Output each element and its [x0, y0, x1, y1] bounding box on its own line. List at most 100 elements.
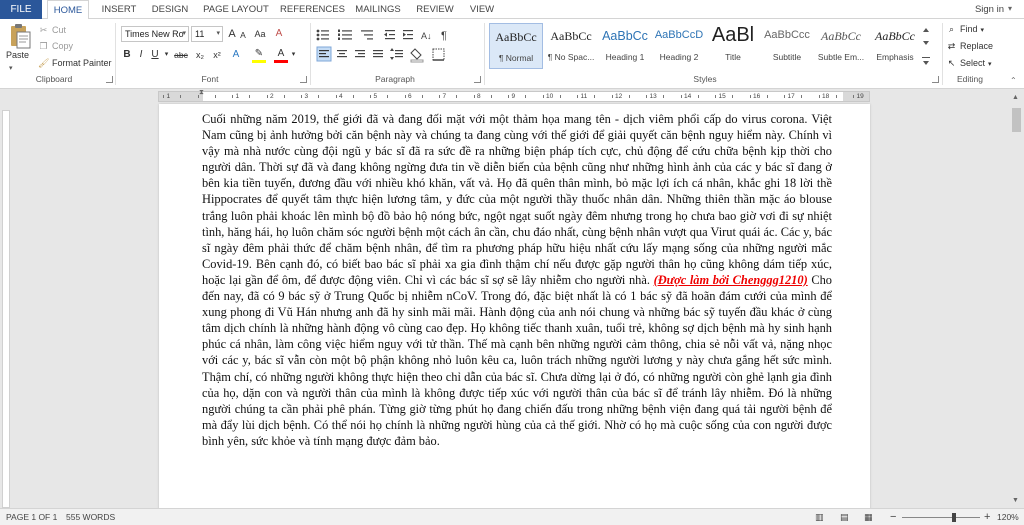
text-effects-icon: A [232, 49, 240, 60]
superscript-button[interactable]: x² [210, 47, 224, 63]
format-painter-button[interactable]: 🖌 Format Painter [38, 57, 112, 69]
ruler-tick [784, 95, 785, 98]
ruler-tick [577, 95, 578, 98]
change-case-button[interactable]: Aa [252, 26, 268, 42]
group-divider [115, 23, 116, 85]
scroll-down-icon[interactable]: ▼ [1012, 497, 1019, 504]
copy-button[interactable]: ❐ Copy [38, 40, 73, 52]
group-divider [310, 23, 311, 85]
font-color-button[interactable]: A [274, 47, 288, 63]
tab-page-layout[interactable]: PAGE LAYOUT [200, 0, 272, 19]
style-normal[interactable]: AaBbCc ¶ Normal [489, 23, 543, 69]
align-right-icon [355, 50, 365, 58]
ruler-tick [749, 95, 751, 98]
styles-launcher-icon[interactable] [932, 76, 939, 83]
zoom-slider[interactable] [902, 517, 980, 518]
ruler-tick [801, 95, 803, 98]
style-no-spacing[interactable]: AaBbCc ¶ No Spac... [544, 23, 598, 69]
ruler-tick [680, 95, 682, 98]
zoom-out-button[interactable]: − [890, 509, 896, 525]
find-button[interactable]: ⌕ Find ▾ [946, 23, 984, 35]
highlighter-icon: ✎ [254, 48, 264, 59]
scroll-up-icon[interactable]: ▲ [1012, 94, 1019, 101]
font-launcher-icon[interactable] [300, 76, 307, 83]
strikethrough-button[interactable]: abc [172, 47, 190, 63]
bold-button[interactable]: B [121, 47, 133, 63]
author-credit: (Được làm bởi Chenggg1210) [653, 272, 808, 287]
zoom-in-button[interactable]: + [984, 509, 990, 525]
subscript-button[interactable]: x₂ [193, 47, 207, 63]
style-title[interactable]: AaBl Title [706, 23, 760, 69]
style-heading-1[interactable]: AaBbCc Heading 1 [598, 23, 652, 69]
paste-button-label[interactable]: Paste [6, 50, 29, 60]
tab-view[interactable]: VIEW [464, 0, 500, 19]
indent-marker-icon[interactable]: ⧗ [199, 89, 204, 97]
line-spacing-icon [390, 48, 403, 60]
vertical-scrollbar[interactable]: ▲ ▼ [1009, 90, 1024, 508]
page-count[interactable]: PAGE 1 OF 1 [6, 509, 57, 525]
print-layout-icon[interactable]: ▤ [840, 509, 849, 525]
tab-design[interactable]: DESIGN [148, 0, 192, 19]
styles-gallery-scroll[interactable] [921, 25, 931, 69]
scroll-thumb[interactable] [1012, 108, 1021, 132]
vertical-ruler [2, 110, 10, 508]
shrink-font-button[interactable]: A [238, 27, 248, 43]
select-label: Select [960, 58, 986, 68]
ruler-tick [473, 95, 475, 98]
style-emphasis[interactable]: AaBbCc Emphasis [868, 23, 922, 69]
italic-button[interactable]: I [135, 47, 147, 63]
font-name-dropdown[interactable]: Times New Ro ▾ [121, 26, 189, 42]
web-layout-icon[interactable]: ▦ [864, 509, 873, 525]
grow-font-button[interactable]: A [226, 26, 238, 42]
font-size-dropdown[interactable]: 11 ▾ [191, 26, 223, 42]
paste-dropdown-icon[interactable]: ▾ [9, 63, 13, 75]
underline-dropdown-icon[interactable]: ▾ [163, 47, 170, 63]
font-color-dropdown-icon[interactable]: ▾ [290, 47, 297, 63]
cut-button[interactable]: ✂ Cut [38, 24, 66, 36]
highlight-button[interactable]: ✎ [252, 47, 266, 63]
zoom-slider-thumb[interactable] [952, 513, 956, 522]
chevron-up-icon [923, 28, 929, 32]
read-mode-icon[interactable]: ▥ [815, 509, 824, 525]
document-body[interactable]: Cuối những năm 2019, thế giới đã và đang… [202, 111, 832, 449]
ruler-number: 2 [270, 93, 274, 100]
ruler-tick [318, 95, 320, 98]
underline-button[interactable]: U [149, 47, 161, 63]
style-heading-2[interactable]: AaBbCcD Heading 2 [652, 23, 706, 69]
numbering-icon [338, 29, 352, 40]
sign-in-link[interactable]: Sign in [975, 0, 1004, 19]
replace-button[interactable]: ⇄ Replace [946, 40, 993, 52]
collapse-ribbon-icon[interactable]: ⌃ [1010, 76, 1017, 85]
tab-review[interactable]: REVIEW [412, 0, 458, 19]
tab-file[interactable]: FILE [0, 0, 42, 19]
zoom-level[interactable]: 120% [997, 509, 1019, 525]
tab-home[interactable]: HOME [47, 0, 89, 20]
ruler-tick [249, 95, 251, 98]
text-effects-button[interactable]: A [229, 47, 243, 63]
ruler-tick [180, 95, 182, 98]
paragraph-controls: A↓ ¶ [316, 29, 447, 63]
style-subtle-emphasis[interactable]: AaBbCc Subtle Em... [814, 23, 868, 69]
paragraph-launcher-icon[interactable] [474, 76, 481, 83]
ruler-number: 10 [546, 93, 554, 100]
ruler-tick [352, 95, 354, 98]
account-arrow-icon[interactable]: ▾ [1008, 4, 1018, 14]
clipboard-launcher-icon[interactable] [106, 76, 113, 83]
select-button[interactable]: ↖ Select ▾ [946, 57, 992, 69]
status-bar: PAGE 1 OF 1 555 WORDS ▥ ▤ ▦ − + 120% [0, 508, 1024, 525]
horizontal-ruler[interactable]: 1 1 2 3 4 5 6 7 8 9 10 11 12 13 14 15 16 17 18 19 [158, 91, 870, 102]
style-name: Emphasis [876, 52, 914, 62]
clear-formatting-button[interactable]: A [272, 26, 286, 42]
style-subtitle[interactable]: AaBbCcc Subtitle [760, 23, 814, 69]
ruler-number: 8 [477, 93, 481, 100]
paste-icon[interactable] [9, 23, 31, 49]
tab-references[interactable]: REFERENCES [280, 0, 345, 19]
tab-mailings[interactable]: MAILINGS [350, 0, 406, 19]
tab-insert[interactable]: INSERT [97, 0, 141, 19]
bullets-icon [316, 29, 329, 41]
ruler-tick [611, 95, 613, 98]
word-count[interactable]: 555 WORDS [66, 509, 115, 525]
more-icon [922, 57, 930, 58]
copy-label: Copy [52, 41, 74, 51]
borders-icon [432, 48, 445, 61]
